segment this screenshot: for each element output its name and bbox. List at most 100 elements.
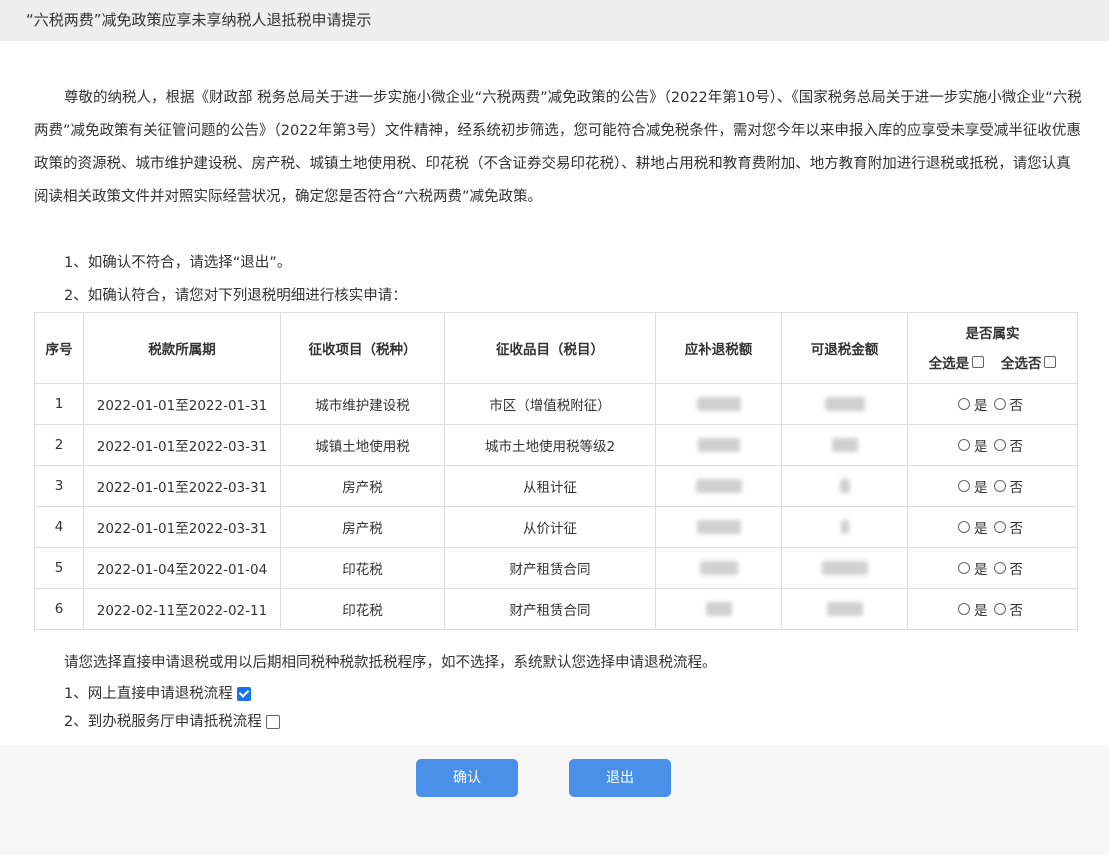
cell-seq: 2 [34,424,84,466]
cell-refund-due [655,588,782,630]
select-all-yes-checkbox[interactable] [972,356,985,368]
radio-no-label: 否 [1009,603,1024,619]
col-refundable: 可退税金额 [781,312,908,384]
cell-period: 2022-01-01至2022-03-31 [83,465,281,507]
cell-refund-due [655,547,782,589]
cell-tax-item: 印花税 [280,547,445,589]
option-online-refund[interactable]: 1、网上直接申请退税流程 [64,684,251,704]
dialog-title: “六税两费”减免政策应享未享纳税人退抵税申请提示 [0,0,1109,41]
table-row: 4 2022-01-01至2022-03-31 房产税 从价计征 是 否 [34,506,1078,548]
radio-yes[interactable] [958,562,970,574]
cell-refundable [781,465,908,507]
cell-seq: 3 [34,465,84,507]
redacted-amount [696,397,741,411]
button-area [0,745,1109,855]
redacted-amount [824,397,865,411]
cell-seq: 1 [34,383,84,425]
cell-confirm: 是 否 [907,588,1078,630]
radio-yes[interactable] [958,439,970,451]
process-choice-intro: 请您选择直接申请退税或用以后期相同税种税款抵税程序，如不选择，系统默认您选择申请… [64,655,717,671]
radio-no-label: 否 [1009,562,1024,578]
radio-no[interactable] [993,439,1006,451]
intro-paragraph: 尊敬的纳税人，根据《财政部 税务总局关于进一步实施小微企业“六税两费”减免政策的… [34,90,1082,205]
cell-period: 2022-01-01至2022-03-31 [83,506,281,548]
radio-yes[interactable] [958,521,970,533]
radio-yes-label: 是 [974,562,988,578]
col-seq: 序号 [34,312,84,384]
redacted-amount [696,520,741,534]
select-all-yes[interactable]: 全选是 [929,352,985,372]
cell-confirm: 是 否 [907,383,1078,425]
radio-yes[interactable] [958,603,970,615]
table-header-row: 序号 税款所属期 征收项目（税种） 征收品目（税目） 应补退税额 可退税金额 是… [34,312,1078,384]
radio-no[interactable] [993,521,1006,533]
radio-no-label: 否 [1009,439,1024,455]
cell-tax-subitem: 从价计征 [444,506,656,548]
radio-yes-label: 是 [974,480,988,496]
cell-refundable [781,588,908,630]
cell-tax-item: 城镇土地使用税 [280,424,445,466]
cell-tax-item: 印花税 [280,588,445,630]
radio-yes-label: 是 [974,398,988,414]
radio-no-label: 否 [1009,398,1024,414]
radio-no-label: 否 [1009,521,1024,537]
cell-tax-item: 城市维护建设税 [280,383,445,425]
select-all-yes-label: 全选是 [928,356,970,372]
cell-period: 2022-02-11至2022-02-11 [83,588,281,630]
radio-no[interactable] [993,398,1006,410]
select-all-no-label: 全选否 [1000,356,1042,372]
confirm-button[interactable]: 确认 [416,759,518,797]
cell-tax-subitem: 财产租赁合同 [444,588,656,630]
option-online-refund-checkbox[interactable] [236,687,251,701]
option-office-offset-label: 2、到办税服务厅申请抵税流程 [64,714,262,730]
radio-yes-label: 是 [974,439,988,455]
cell-tax-item: 房产税 [280,506,445,548]
cell-period: 2022-01-04至2022-01-04 [83,547,281,589]
table-row: 1 2022-01-01至2022-01-31 城市维护建设税 市区（增值税附征… [34,383,1078,425]
col-confirm-label: 是否属实 [965,326,1020,342]
cell-refundable [781,506,908,548]
cell-refundable [781,547,908,589]
cell-refund-due [655,424,782,466]
cell-refundable [781,383,908,425]
cell-confirm: 是 否 [907,506,1078,548]
table-row: 3 2022-01-01至2022-03-31 房产税 从租计征 是 否 [34,465,1078,507]
radio-yes[interactable] [958,398,970,410]
redacted-amount [695,479,742,493]
redacted-amount [699,561,738,575]
cell-tax-subitem: 从租计征 [444,465,656,507]
cell-period: 2022-01-01至2022-03-31 [83,424,281,466]
select-all-no[interactable]: 全选否 [1001,352,1057,372]
radio-no-label: 否 [1009,480,1024,496]
col-tax-item: 征收项目（税种） [280,312,445,384]
radio-yes-label: 是 [974,521,988,537]
cell-confirm: 是 否 [907,465,1078,507]
radio-no[interactable] [993,603,1006,615]
exit-button[interactable]: 退出 [569,759,671,797]
redacted-amount [705,602,732,616]
refund-detail-table: 序号 税款所属期 征收项目（税种） 征收品目（税目） 应补退税额 可退税金额 是… [34,312,1078,630]
cell-confirm: 是 否 [907,547,1078,589]
cell-refundable [781,424,908,466]
redacted-amount [840,520,849,534]
table-row: 6 2022-02-11至2022-02-11 印花税 财产租赁合同 是 否 [34,588,1078,630]
cell-refund-due [655,383,782,425]
cell-seq: 4 [34,506,84,548]
select-all-no-checkbox[interactable] [1044,356,1057,368]
table-row: 2 2022-01-01至2022-03-31 城镇土地使用税 城市土地使用税等… [34,424,1078,466]
radio-no[interactable] [993,480,1006,492]
col-tax-subitem: 征收品目（税目） [444,312,656,384]
radio-yes[interactable] [958,480,970,492]
redacted-amount [821,561,868,575]
cell-tax-item: 房产税 [280,465,445,507]
radio-no[interactable] [993,562,1006,574]
redacted-amount [831,438,858,452]
cell-tax-subitem: 财产租赁合同 [444,547,656,589]
option-office-offset[interactable]: 2、到办税服务厅申请抵税流程 [64,712,280,732]
cell-tax-subitem: 城市土地使用税等级2 [444,424,656,466]
redacted-amount [826,602,863,616]
option-office-offset-checkbox[interactable] [265,715,280,729]
cell-seq: 6 [34,588,84,630]
cell-refund-due [655,506,782,548]
cell-seq: 5 [34,547,84,589]
